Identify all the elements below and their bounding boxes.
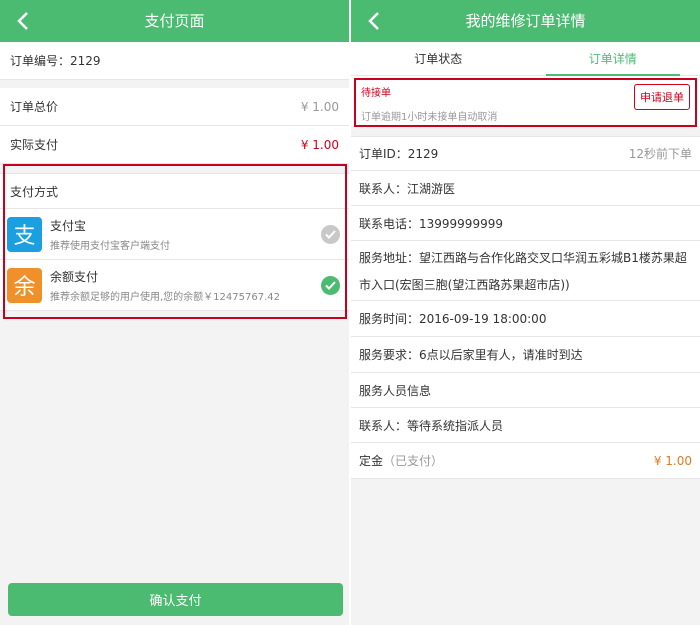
total-value: ¥ 1.00	[300, 99, 339, 114]
chevron-left-icon	[368, 12, 379, 30]
requirement: 服务要求：6点以后家里有人，请准时到达	[359, 348, 583, 362]
deposit-label: 定金	[359, 454, 384, 468]
payment-header: 支付页面	[0, 0, 349, 42]
service-time-row: 服务时间：2016-09-19 18:00:00	[351, 301, 700, 337]
order-id-row: 订单ID：2129 12秒前下单	[351, 136, 700, 171]
deposit-value: ¥ 1.00	[653, 453, 692, 468]
actual-label: 实际支付	[10, 138, 59, 152]
order-detail-screen: 我的维修订单详情 订单状态 订单详情 待接单 订单逾期1小时未接单自动取消 申请…	[351, 0, 700, 625]
total-label: 订单总价	[10, 100, 59, 114]
tab-order-status[interactable]: 订单状态	[351, 42, 526, 75]
deposit-status: （已支付）	[383, 454, 444, 468]
order-id: 订单ID：2129	[359, 147, 439, 161]
tab-bar: 订单状态 订单详情	[351, 42, 700, 76]
address: 服务地址：望江西路与合作化路交叉口华润五彩城B1楼苏果超市入口(宏图三胞(望江西…	[359, 250, 687, 292]
page-title: 我的维修订单详情	[465, 12, 586, 30]
payment-screen: 支付页面 订单编号：2129 订单总价 ¥ 1.00 实际支付 ¥ 1.00 支…	[0, 0, 349, 625]
deposit-row: 定金（已支付） ¥ 1.00	[351, 443, 700, 479]
staff-contact-row: 联系人：等待系统指派人员	[351, 408, 700, 443]
highlight-box	[354, 78, 697, 127]
total-price-row: 订单总价 ¥ 1.00	[0, 88, 349, 126]
back-button[interactable]	[8, 0, 38, 42]
order-time: 12秒前下单	[628, 147, 692, 161]
requirement-row: 服务要求：6点以后家里有人，请准时到达	[351, 337, 700, 373]
contact: 联系人：江湖游医	[359, 181, 456, 196]
staff-contact: 联系人：等待系统指派人员	[359, 418, 504, 433]
service-time: 服务时间：2016-09-19 18:00:00	[359, 312, 547, 326]
phone: 联系电话：13999999999	[359, 216, 503, 231]
staff-title-row: 服务人员信息	[351, 373, 700, 408]
order-detail-header: 我的维修订单详情	[351, 0, 700, 42]
staff-title: 服务人员信息	[359, 383, 432, 398]
order-number-row: 订单编号：2129	[0, 42, 349, 80]
tab-order-detail[interactable]: 订单详情	[526, 42, 700, 76]
actual-pay-row: 实际支付 ¥ 1.00	[0, 126, 349, 164]
contact-row: 联系人：江湖游医	[351, 171, 700, 206]
order-number: 订单编号：2129	[10, 54, 101, 68]
actual-value: ¥ 1.00	[300, 137, 339, 152]
address-row: 服务地址：望江西路与合作化路交叉口华润五彩城B1楼苏果超市入口(宏图三胞(望江西…	[351, 241, 700, 301]
phone-row: 联系电话：13999999999	[351, 206, 700, 241]
confirm-pay-button[interactable]: 确认支付	[8, 583, 343, 616]
page-title: 支付页面	[144, 12, 205, 30]
back-button[interactable]	[359, 0, 389, 42]
highlight-box	[3, 164, 347, 319]
chevron-left-icon	[17, 12, 28, 30]
